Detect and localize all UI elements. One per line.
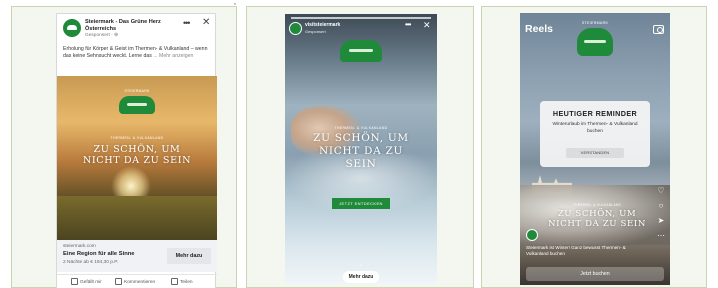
ellipsis-icon[interactable]: •••: [405, 20, 411, 29]
comment-label: Kommentieren: [124, 279, 156, 285]
reels-screen[interactable]: Reels STEIERMARK HEUTIGER REMINDER Winte…: [520, 13, 670, 285]
link-subtitle: 2 Nächte ab € 194,30 p.P.: [63, 260, 119, 265]
heart-icon[interactable]: ♡: [655, 185, 667, 196]
link-preview[interactable]: steiermark.com Eine Region für alle Sinn…: [57, 240, 217, 272]
book-now-button[interactable]: Jetzt buchen: [526, 267, 664, 281]
share-icon: [171, 278, 178, 285]
logo-caption: STEIERMARK: [581, 21, 609, 25]
headline-line-1: ZU SCHÖN, UM: [93, 144, 181, 155]
post-image[interactable]: STEIERMARK THERMEN- & VULKANLAND ZU SCHÖ…: [57, 76, 217, 240]
steiermark-logo: [577, 28, 613, 56]
account-avatar[interactable]: [289, 22, 302, 35]
headline-kicker: THERMEN- & VULKANLAND: [572, 203, 622, 207]
account-avatar[interactable]: [526, 229, 538, 241]
post-actions: Gefällt mir Kommentieren Teilen: [57, 274, 217, 288]
share-icon[interactable]: ➤: [655, 215, 667, 226]
headline-line-2: NICHT DA ZU SEIN: [548, 219, 646, 229]
facebook-ad-preview: Steiermark - Das Grüne Herz Österreichs …: [11, 6, 237, 288]
post-text: Erholung für Körper & Geist im Thermen- …: [63, 46, 213, 60]
image-headline: ZU SCHÖN, UM NICHT DA ZU SEIN: [67, 144, 207, 166]
comment-icon[interactable]: ○: [655, 200, 667, 211]
see-more-link[interactable]: ... Mehr anzeigen: [153, 53, 193, 59]
headline-line-2: NICHT DA ZU: [318, 145, 404, 157]
post-header: Steiermark - Das Grüne Herz Österreichs …: [57, 14, 217, 42]
story-screen[interactable]: visitsteiermark Gesponsert ••• ✕ THERMEN…: [285, 14, 437, 284]
story-headline: ZU SCHÖN, UM NICHT DA ZU SEIN: [295, 132, 427, 171]
like-label: Gefällt mir: [80, 279, 102, 285]
story-ad-preview: visitsteiermark Gesponsert ••• ✕ THERMEN…: [246, 6, 474, 288]
reels-ad-preview: Reels STEIERMARK HEUTIGER REMINDER Winte…: [481, 6, 707, 288]
understood-button[interactable]: VERSTANDEN: [566, 148, 624, 158]
story-progress-bar: [291, 17, 431, 19]
reels-title: Reels: [525, 23, 554, 35]
side-actions: ♡ ○ ➤ ⋯: [655, 185, 667, 245]
close-icon[interactable]: ✕: [423, 20, 431, 31]
reel-caption: Steiermark ist Winter! Ganz bewusst Ther…: [526, 245, 626, 256]
ellipsis-icon[interactable]: •••: [183, 18, 191, 28]
sponsored-label: Gesponsert · ⊕: [85, 33, 119, 38]
page-name[interactable]: Steiermark - Das Grüne Herz Österreichs: [85, 19, 173, 32]
vineyard-field: [57, 196, 217, 240]
page-avatar[interactable]: [63, 19, 81, 37]
more-icon[interactable]: ⋯: [655, 230, 667, 241]
headline-kicker: THERMEN- & VULKANLAND: [334, 126, 388, 130]
share-button[interactable]: Teilen: [171, 278, 193, 285]
learn-more-button[interactable]: Mehr dazu: [167, 248, 211, 264]
account-name[interactable]: visitsteiermark: [305, 22, 340, 28]
like-button[interactable]: Gefällt mir: [71, 278, 102, 285]
reminder-card: HEUTIGER REMINDER Winterurlaub im Therme…: [540, 101, 650, 167]
headline-line-1: ZU SCHÖN, UM: [557, 209, 637, 219]
facebook-post: Steiermark - Das Grüne Herz Österreichs …: [56, 13, 217, 288]
reminder-text: Winterurlaub im Thermen- & Vulkanland bu…: [552, 122, 638, 134]
link-domain: steiermark.com: [63, 244, 96, 249]
sponsored-label: Gesponsert: [305, 29, 326, 34]
headline-line-3: SEIN: [345, 158, 377, 170]
camera-icon[interactable]: [653, 25, 664, 34]
steiermark-logo: [340, 40, 382, 62]
steiermark-logo: [119, 96, 155, 114]
close-icon[interactable]: ✕: [202, 17, 210, 28]
chevron-up-icon[interactable]: ⌃: [358, 264, 363, 271]
headline-kicker: THERMEN- & VULKANLAND: [110, 136, 164, 140]
reel-headline: ZU SCHÖN, UM NICHT DA ZU SEIN: [542, 209, 652, 229]
logo-caption: STEIERMARK: [124, 89, 150, 93]
headline-line-1: ZU SCHÖN, UM: [313, 132, 409, 144]
comment-button[interactable]: Kommentieren: [115, 278, 155, 285]
like-icon: [71, 278, 78, 285]
reminder-title: HEUTIGER REMINDER: [552, 109, 638, 118]
headline-line-2: NICHT DA ZU SEIN: [82, 155, 192, 166]
discover-button[interactable]: JETZT ENTDECKEN: [332, 198, 390, 209]
share-label: Teilen: [180, 279, 193, 285]
comment-icon: [115, 278, 122, 285]
learn-more-button[interactable]: Mehr dazu: [343, 271, 379, 283]
link-title: Eine Region für alle Sinne: [63, 251, 135, 257]
